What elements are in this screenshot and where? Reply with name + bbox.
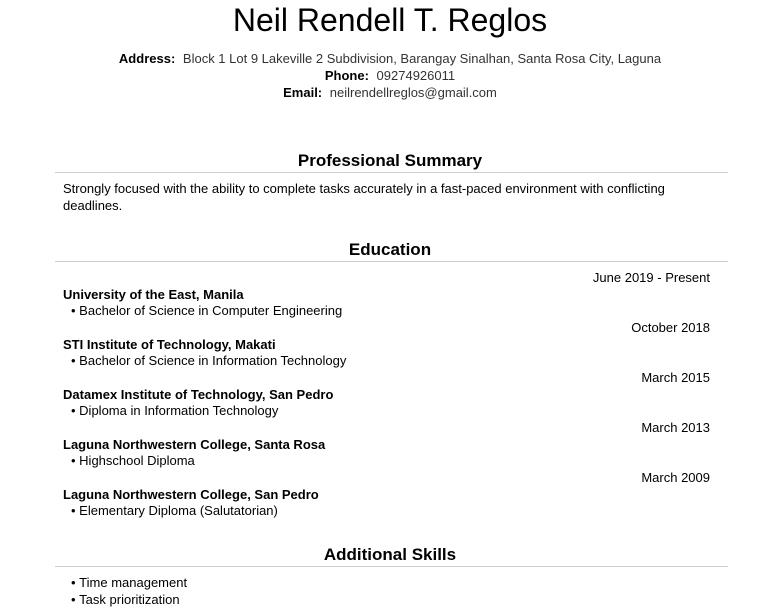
- education-degree: Highschool Diploma: [71, 453, 195, 469]
- education-degree: Elementary Diploma (Salutatorian): [71, 503, 278, 519]
- summary-text: Strongly focused with the ability to com…: [63, 181, 665, 213]
- email-value: neilrendellreglos@gmail.com: [329, 85, 497, 100]
- education-title: Education: [348, 240, 432, 259]
- phone-label: Phone:: [324, 68, 369, 83]
- phone-line: Phone: 09274926011: [0, 68, 780, 84]
- address-label: Address:: [118, 51, 176, 66]
- education-date: June 2019 - Present: [592, 270, 710, 285]
- address-value: Block 1 Lot 9 Lakeville 2 Subdivision, B…: [182, 51, 662, 66]
- summary-divider: [55, 172, 728, 173]
- address-line: Address: Block 1 Lot 9 Lakeville 2 Subdi…: [0, 51, 780, 67]
- education-date: October 2018: [631, 320, 710, 335]
- education-degree: Diploma in Information Technology: [71, 403, 278, 419]
- education-school: Datamex Institute of Technology, San Ped…: [63, 387, 334, 402]
- skill-item: Task prioritization: [71, 592, 179, 608]
- education-date: March 2013: [641, 420, 710, 435]
- education-divider: [55, 261, 728, 262]
- education-date: March 2015: [641, 370, 710, 385]
- education-date: March 2009: [641, 470, 710, 485]
- email-line: Email: neilrendellreglos@gmail.com: [0, 85, 780, 101]
- skills-divider: [55, 566, 728, 567]
- education-school: Laguna Northwestern College, Santa Rosa: [63, 437, 326, 452]
- email-label: Email:: [283, 85, 323, 100]
- summary-title: Professional Summary: [297, 151, 483, 170]
- skill-item: Time management: [71, 575, 187, 591]
- education-school: Laguna Northwestern College, San Pedro: [63, 487, 319, 502]
- phone-value: 09274926011: [376, 68, 456, 83]
- education-degree: Bachelor of Science in Information Techn…: [71, 353, 346, 369]
- skills-title: Additional Skills: [323, 545, 457, 564]
- education-school: University of the East, Manila: [63, 287, 244, 302]
- education-degree: Bachelor of Science in Computer Engineer…: [71, 303, 342, 319]
- education-school: STI Institute of Technology, Makati: [63, 337, 276, 352]
- resume-name: Neil Rendell T. Reglos: [232, 2, 548, 38]
